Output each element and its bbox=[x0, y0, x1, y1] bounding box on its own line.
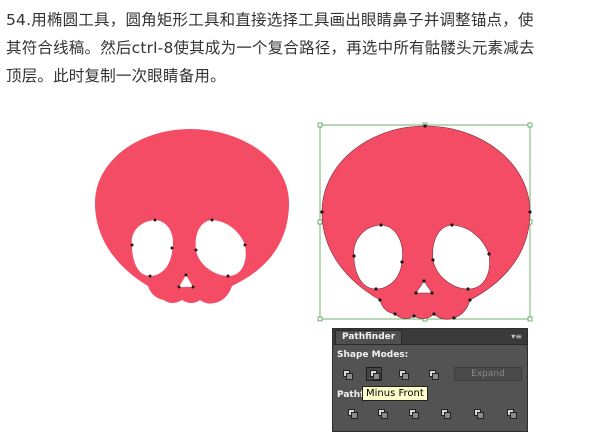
skull-left bbox=[95, 129, 289, 304]
pathfinder-tab[interactable]: Pathfinder bbox=[335, 330, 403, 344]
unite-icon[interactable] bbox=[339, 367, 355, 381]
panel-menu-icon[interactable]: ▾≡ bbox=[511, 330, 522, 343]
minus-front-icon[interactable] bbox=[366, 367, 382, 381]
skull-left-shape bbox=[95, 129, 289, 304]
crop-icon[interactable] bbox=[437, 406, 453, 420]
expand-button[interactable]: Expand bbox=[454, 367, 522, 381]
skull-right-eye-left bbox=[353, 224, 403, 290]
outline-icon[interactable] bbox=[470, 406, 486, 420]
pathfinder-titlebar: Pathfinder ▾≡ bbox=[333, 329, 527, 345]
shape-modes-label: Shape Modes: bbox=[337, 350, 409, 360]
trim-icon[interactable] bbox=[374, 406, 390, 420]
skull-right bbox=[317, 122, 533, 322]
minus-front-tooltip: Minus Front bbox=[362, 386, 428, 401]
merge-icon[interactable] bbox=[405, 406, 421, 420]
minus-back-icon[interactable] bbox=[503, 406, 519, 420]
exclude-icon[interactable] bbox=[425, 367, 441, 381]
divide-icon[interactable] bbox=[344, 406, 360, 420]
intersect-icon[interactable] bbox=[395, 367, 411, 381]
